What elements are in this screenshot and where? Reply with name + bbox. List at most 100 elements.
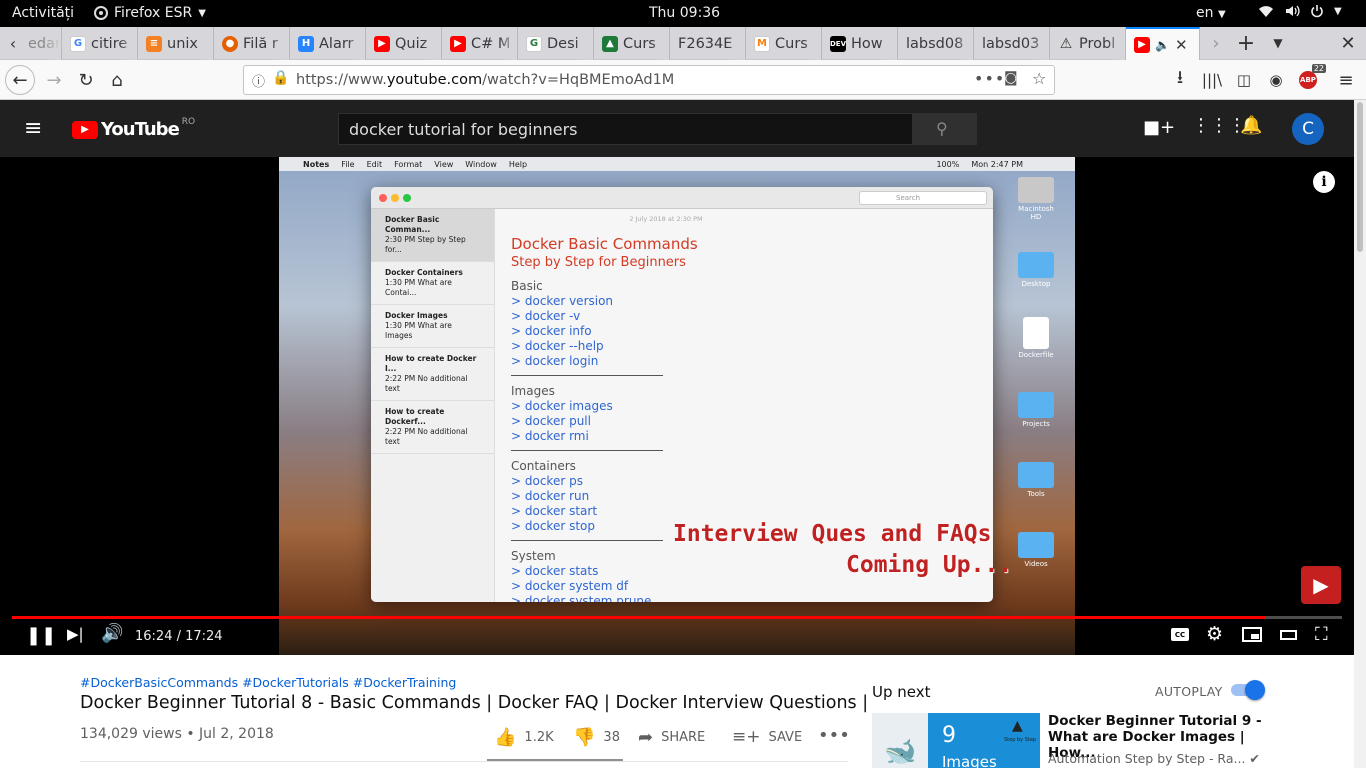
volume-icon [1286, 5, 1300, 17]
pocket-icon[interactable]: ◙ [1004, 70, 1018, 86]
app-menu[interactable]: Firefox ESR ▼ [94, 5, 206, 21]
mac-menu-item: Help [508, 159, 528, 169]
list-tabs-icon[interactable]: ▼ [1264, 29, 1292, 57]
stackoverflow-icon: ≡ [146, 35, 162, 52]
keyboard-layout-indicator[interactable]: en ▼ [1196, 5, 1226, 21]
guide-menu-icon[interactable]: ≡ [24, 116, 42, 141]
search-button[interactable]: ⚲ [913, 113, 977, 145]
settings-gear-icon[interactable]: ⚙ [1206, 623, 1223, 645]
thumb-brand: Step by Step [1004, 737, 1037, 743]
captions-icon[interactable]: CC [1171, 628, 1189, 641]
tab[interactable]: labsd03 [974, 27, 1050, 60]
sync-icon[interactable]: ◉ [1262, 66, 1290, 94]
scroll-tabs-right-icon[interactable]: › [1202, 29, 1230, 57]
miniplayer-icon[interactable] [1242, 627, 1262, 642]
autoplay-label: AUTOPLAY [1155, 684, 1223, 699]
fullscreen-icon[interactable]: ⛶ [1315, 624, 1328, 645]
info-card-icon[interactable]: i [1313, 171, 1335, 193]
tab[interactable]: DEV How [822, 27, 898, 60]
hashtags[interactable]: #DockerBasicCommands #DockerTutorials #D… [80, 675, 456, 690]
tab[interactable]: labsd08 [898, 27, 974, 60]
scrollbar-thumb[interactable] [1357, 102, 1363, 252]
close-window-icon[interactable]: ✕ [1334, 29, 1362, 57]
tab-label: Desi [547, 35, 579, 52]
note-command: > docker images [511, 399, 613, 413]
search-input[interactable]: docker tutorial for beginners [338, 113, 913, 145]
dev-icon: DEV [830, 35, 846, 52]
video-player[interactable]: Notes File Edit Format View Window Help … [0, 157, 1354, 655]
volume-icon[interactable]: 🔊 [101, 623, 123, 644]
tab[interactable]: edar [26, 27, 62, 60]
channel-watermark-icon[interactable]: ▶ [1301, 566, 1341, 604]
reload-icon[interactable]: ↻ [72, 66, 100, 94]
downloads-icon[interactable]: ⭳ [1166, 66, 1194, 94]
notes-search: Search [859, 191, 987, 205]
tab-active-youtube[interactable]: ▶ 🔈 ✕ [1126, 27, 1200, 60]
tab[interactable]: ▲ Curs [594, 27, 670, 60]
system-status-area[interactable]: ▼ [1258, 4, 1342, 18]
note-command: > docker info [511, 324, 592, 338]
verified-check-icon: ✔ [1249, 751, 1260, 766]
sidebar-icon[interactable]: ◫ [1230, 66, 1258, 94]
more-actions-icon[interactable]: ••• [818, 725, 850, 746]
tab[interactable]: ▶ C# M [442, 27, 518, 60]
clock[interactable]: Thu 09:36 [649, 5, 720, 21]
forward-icon[interactable]: → [40, 66, 68, 94]
bookmark-star-icon[interactable]: ☆ [1032, 69, 1046, 88]
next-video-icon[interactable]: ▶| [67, 625, 84, 643]
page-scrollbar[interactable] [1354, 100, 1366, 768]
mac-clock: Mon 2:47 PM [971, 159, 1023, 169]
note-sub: 2:22 PM No additional text [385, 427, 468, 446]
info-icon[interactable]: ⓘ [252, 71, 265, 90]
apps-grid-icon[interactable]: ⋮⋮⋮ [1192, 115, 1246, 136]
create-video-icon[interactable]: ■+ [1143, 117, 1175, 138]
share-arrow-icon: ➦ [638, 727, 654, 748]
url-bar[interactable]: ⓘ 🔒 https://www.youtube.com/watch?v=HqBM… [243, 65, 1055, 95]
tab[interactable]: ≡ unix [138, 27, 214, 60]
recommended-thumbnail[interactable]: 🐋 9 Images ▲ Step by Step [872, 713, 1040, 768]
tab-label: unix [167, 35, 198, 52]
hamburger-menu-icon[interactable]: ≡ [1332, 66, 1360, 94]
share-button[interactable]: ➦ SHARE [638, 727, 705, 748]
tab-label: F2634E [678, 35, 733, 52]
library-icon[interactable]: |||\ [1198, 66, 1226, 94]
lock-icon[interactable]: 🔒 [272, 70, 289, 86]
back-icon[interactable]: ← [5, 65, 35, 95]
tab[interactable]: ● Filă r [214, 27, 290, 60]
activities-button[interactable]: Activități [12, 5, 74, 21]
thumbs-up-icon: 👍 [494, 727, 517, 748]
avatar[interactable]: C [1292, 113, 1324, 145]
url-text[interactable]: https://www.youtube.com/watch?v=HqBMEmoA… [296, 72, 674, 88]
like-button[interactable]: 👍 1.2K [494, 727, 554, 748]
close-icon[interactable]: ✕ [1175, 36, 1188, 54]
tab[interactable]: ▶ Quiz [366, 27, 442, 60]
note-command: > docker system df [511, 579, 629, 593]
tab[interactable]: M Curs [746, 27, 822, 60]
docker-whale-icon: 🐋 [884, 737, 917, 767]
youtube-logo[interactable]: ▶ YouTube RO [72, 117, 195, 140]
tab[interactable]: ⚠ Probl [1050, 27, 1126, 60]
note-command: > docker rmi [511, 429, 589, 443]
mac-menu-item: File [341, 159, 355, 169]
recommended-channel[interactable]: Automation Step by Step - Ra... ✔ [1048, 751, 1260, 766]
save-button[interactable]: ≡+ SAVE [732, 727, 802, 747]
thumb-word: Images [942, 753, 997, 768]
dislike-button[interactable]: 👎 38 [573, 727, 620, 748]
tab[interactable]: F2634E [670, 27, 746, 60]
speaker-icon[interactable]: 🔈 [1155, 38, 1170, 52]
desktop-icon: Projects [1017, 392, 1055, 428]
new-tab-icon[interactable]: + [1232, 29, 1260, 57]
notifications-bell-icon[interactable]: 🔔 [1240, 115, 1262, 136]
note-sub: 1:30 PM What are Images [385, 321, 452, 340]
tab[interactable]: H Alarr [290, 27, 366, 60]
theater-mode-icon[interactable] [1280, 630, 1297, 640]
pause-icon[interactable]: ❚❚ [26, 625, 56, 646]
tab[interactable]: Gcitire [62, 27, 138, 60]
autoplay-toggle[interactable] [1229, 680, 1265, 700]
adblock-icon[interactable]: ABP 22 [1294, 64, 1326, 94]
tab[interactable]: G Desi [518, 27, 594, 60]
page-actions-icon[interactable]: ••• [974, 69, 1005, 88]
scroll-tabs-left-icon[interactable]: ‹ [0, 29, 26, 57]
desktop-icon: Dockerfile [1017, 317, 1055, 359]
home-icon[interactable]: ⌂ [103, 66, 131, 94]
